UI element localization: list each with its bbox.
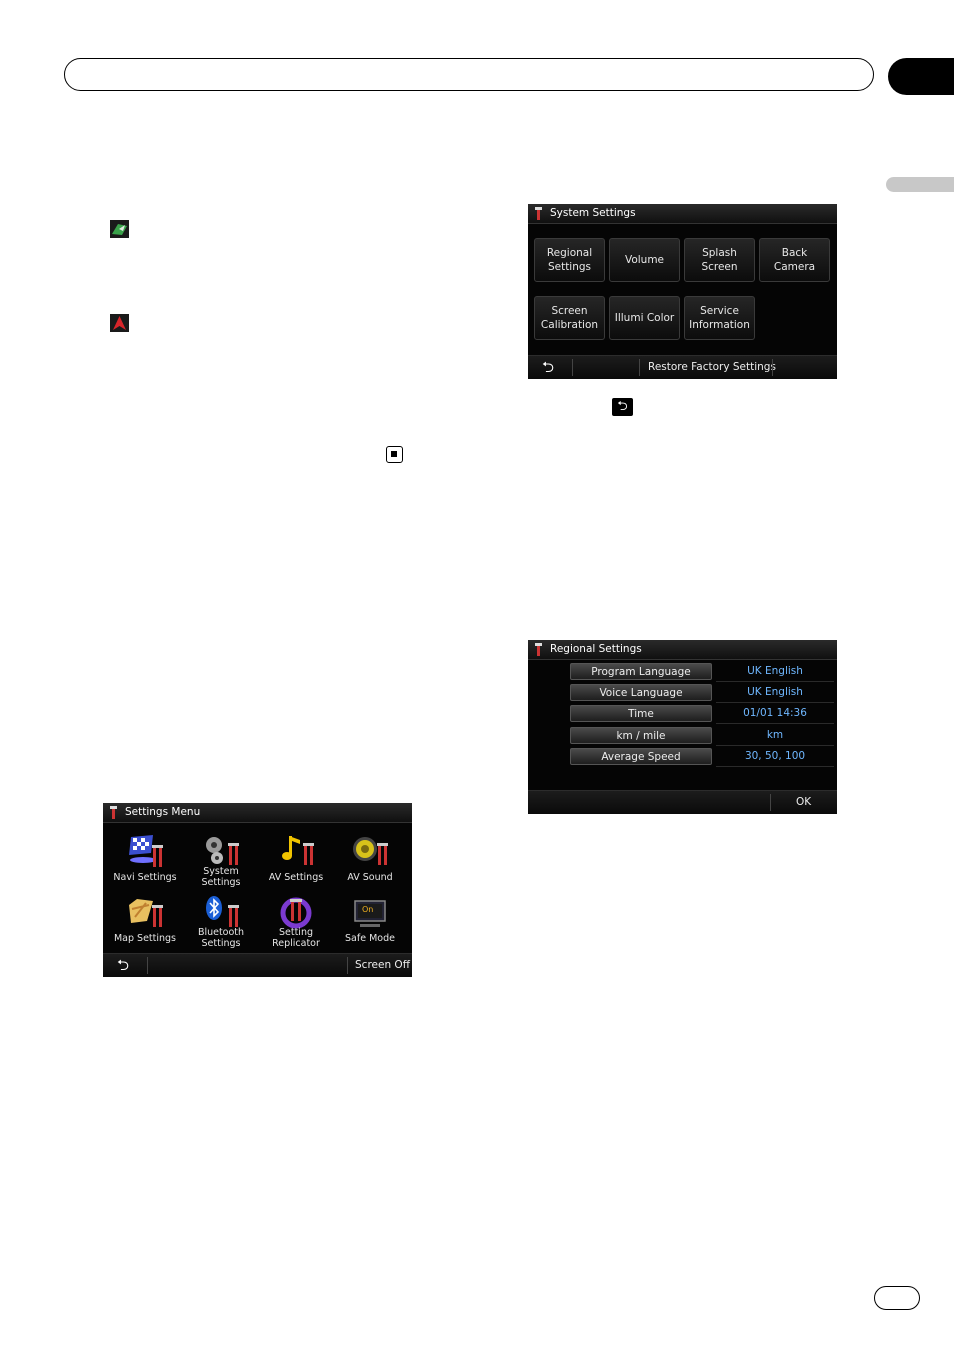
km-mile-value[interactable]: km	[716, 727, 834, 744]
back-camera-button[interactable]: Back Camera	[759, 238, 830, 282]
row-divider	[716, 766, 834, 767]
divider	[770, 794, 771, 811]
divider	[347, 957, 348, 974]
system-settings-label: System Settings	[201, 866, 241, 888]
km-mile-button[interactable]: km / mile	[570, 727, 712, 744]
map-green-icon	[110, 220, 129, 238]
settings-icon	[535, 207, 542, 220]
regional-settings-button[interactable]: Regional Settings	[534, 238, 605, 282]
divider	[639, 359, 640, 376]
header-bar	[64, 58, 874, 91]
map-icon[interactable]	[127, 895, 163, 931]
divider	[147, 957, 148, 974]
bottom-bar: ⮌ Restore Factory Settings	[528, 355, 837, 379]
screen-calibration-button[interactable]: Screen Calibration	[534, 296, 605, 340]
safe-mode-on-badge: On	[362, 905, 374, 914]
speaker-icon[interactable]	[352, 833, 388, 869]
back-button[interactable]: ⮌	[117, 954, 129, 977]
voice-language-button[interactable]: Voice Language	[570, 684, 712, 701]
row-divider	[716, 702, 834, 703]
volume-button[interactable]: Volume	[609, 238, 680, 282]
navi-settings-label: Navi Settings	[113, 872, 177, 883]
screen-title: Settings Menu	[103, 803, 412, 823]
screen-title: Regional Settings	[528, 640, 837, 660]
regional-settings-screen: Regional Settings Program Language UK En…	[528, 640, 837, 814]
vehicle-arrow-icon	[110, 314, 129, 332]
service-information-button[interactable]: Service Information	[684, 296, 755, 340]
restore-factory-settings-button[interactable]: Restore Factory Settings	[648, 356, 776, 379]
average-speed-button[interactable]: Average Speed	[570, 748, 712, 765]
bluetooth-icon[interactable]	[203, 895, 239, 931]
checkered-flag-icon[interactable]	[127, 833, 163, 869]
settings-icon	[110, 806, 117, 819]
bottom-bar: ⮌ Screen Off	[103, 953, 412, 977]
music-note-icon[interactable]	[278, 833, 314, 869]
divider	[572, 359, 573, 376]
setting-replicator-label: Setting Replicator	[272, 927, 320, 949]
illumi-color-button[interactable]: Illumi Color	[609, 296, 680, 340]
system-settings-screen: System Settings Regional Settings Volume…	[528, 204, 837, 379]
safe-mode-label: Safe Mode	[345, 933, 395, 944]
screen-off-button[interactable]: Screen Off	[355, 954, 410, 977]
program-language-value[interactable]: UK English	[716, 663, 834, 680]
bluetooth-settings-label: Bluetooth Settings	[197, 927, 245, 949]
voice-language-value[interactable]: UK English	[716, 684, 834, 701]
settings-icon	[535, 643, 542, 656]
bottom-bar: OK	[528, 790, 837, 814]
settings-menu-screen: Settings Menu Navi Settings System Setti…	[103, 803, 412, 977]
row-divider	[716, 681, 834, 682]
screen-title: System Settings	[528, 204, 837, 224]
safe-mode-icon[interactable]: On	[352, 895, 388, 931]
end-of-section-icon	[386, 446, 403, 463]
program-language-button[interactable]: Program Language	[570, 663, 712, 680]
row-divider	[716, 723, 834, 724]
row-divider	[716, 745, 834, 746]
chapter-tab	[888, 58, 954, 95]
av-settings-label: AV Settings	[268, 872, 324, 883]
divider	[772, 359, 773, 376]
language-side-tab	[886, 177, 954, 192]
gears-icon[interactable]	[203, 833, 239, 869]
ok-button[interactable]: OK	[796, 791, 811, 814]
time-value[interactable]: 01/01 14:36	[716, 705, 834, 722]
replicator-icon[interactable]	[278, 895, 314, 931]
map-settings-label: Map Settings	[113, 933, 177, 944]
back-icon: ⮌	[612, 398, 633, 416]
splash-screen-button[interactable]: Splash Screen	[684, 238, 755, 282]
av-sound-label: AV Sound	[347, 872, 393, 883]
average-speed-value[interactable]: 30, 50, 100	[716, 748, 834, 765]
page-number-box	[874, 1286, 920, 1310]
back-button[interactable]: ⮌	[542, 356, 554, 379]
time-button[interactable]: Time	[570, 705, 712, 722]
